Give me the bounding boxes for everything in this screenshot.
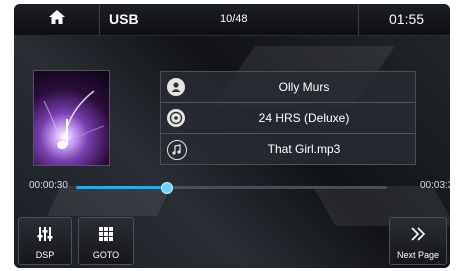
artist-name: Olly Murs: [278, 80, 330, 94]
divider: [358, 4, 359, 35]
double-chevron-right-icon: [390, 226, 446, 242]
source-label: USB: [109, 11, 139, 27]
album-art: [33, 70, 110, 166]
next-page-label: Next Page: [396, 250, 440, 260]
goto-button[interactable]: GOTO: [78, 217, 134, 265]
home-button[interactable]: [14, 4, 100, 35]
album-icon: [167, 109, 185, 127]
elapsed-time: 00:00:30: [29, 180, 68, 191]
artist-row[interactable]: Olly Murs: [161, 72, 415, 103]
goto-label: GOTO: [92, 250, 120, 260]
progress-bar[interactable]: [76, 182, 387, 194]
song-title: That Girl.mp3: [267, 142, 341, 156]
song-row[interactable]: That Girl.mp3: [161, 134, 415, 164]
head-unit-screen: USB 10/48 01:55 Olly Murs 24 HRS (Deluxe…: [14, 4, 450, 268]
artist-icon: [167, 78, 185, 96]
clock: 01:55: [389, 11, 425, 27]
dsp-label: DSP: [35, 250, 55, 260]
progress-fill: [76, 186, 167, 189]
album-row[interactable]: 24 HRS (Deluxe): [161, 103, 415, 134]
grid-icon: [79, 226, 133, 242]
track-info-panel: Olly Murs 24 HRS (Deluxe) That Girl.mp3: [160, 71, 416, 165]
status-bar: USB 10/48 01:55: [14, 4, 450, 36]
song-icon: [167, 140, 187, 160]
home-icon: [48, 9, 66, 30]
album-name: 24 HRS (Deluxe): [258, 111, 350, 125]
track-counter: 10/48: [220, 13, 248, 25]
next-page-button[interactable]: Next Page: [389, 217, 447, 265]
total-time: 00:03:36: [420, 180, 450, 191]
equalizer-icon: [19, 226, 71, 242]
dsp-button[interactable]: DSP: [18, 217, 72, 265]
